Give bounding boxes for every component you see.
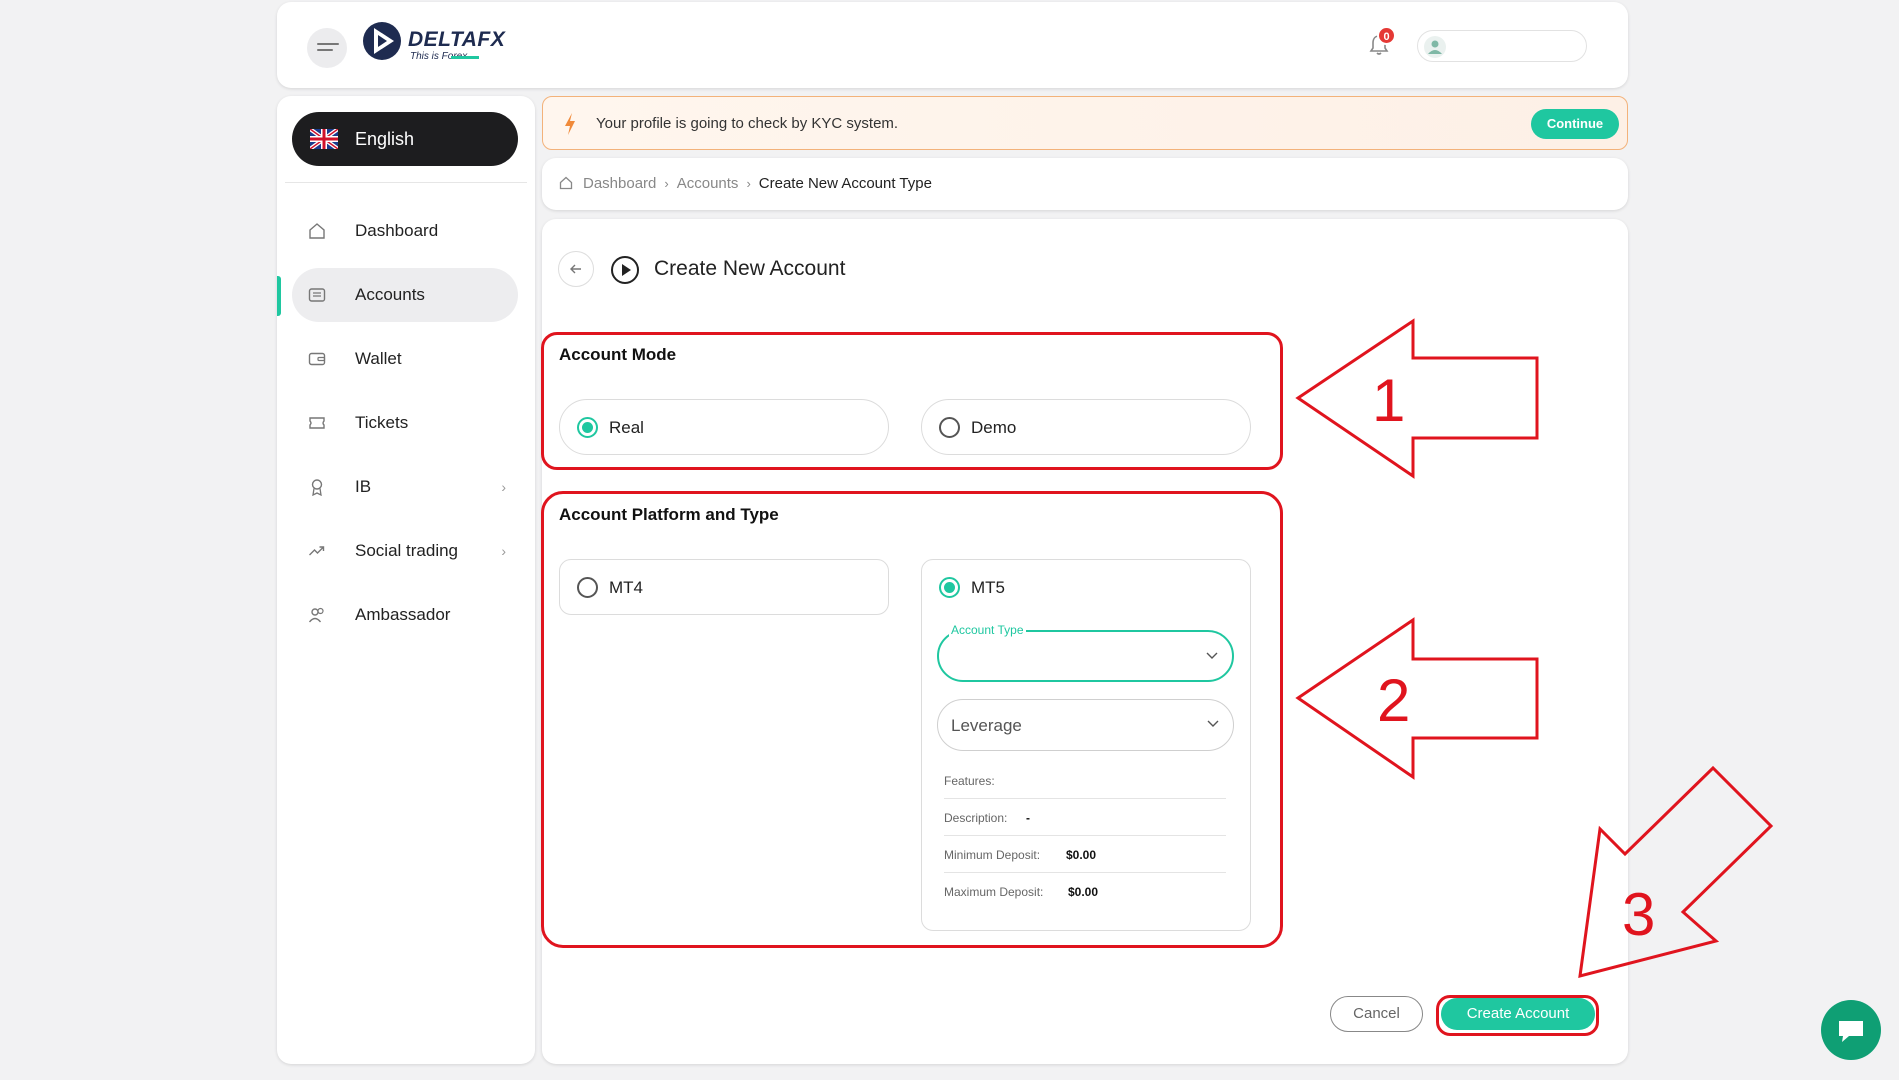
sidebar-item-social-trading[interactable]: Social trading › [292,524,518,578]
annotation-number-1: 1 [1372,367,1406,434]
sidebar-divider [285,182,527,183]
cancel-button[interactable]: Cancel [1330,996,1423,1032]
deltafx-logo-icon [363,22,401,60]
sidebar-item-accounts[interactable]: Accounts [292,268,518,322]
chat-button[interactable] [1821,1000,1881,1060]
brand-logo[interactable]: DELTAFX This is Forex [361,20,505,67]
sidebar-item-wallet[interactable]: Wallet [292,332,518,386]
language-selector[interactable]: English [292,112,518,166]
wallet-icon [308,352,326,366]
kyc-banner: Your profile is going to check by KYC sy… [542,96,1628,150]
sidebar-item-label: Dashboard [355,221,439,240]
breadcrumb-current: Create New Account Type [758,175,932,192]
accounts-icon [308,288,326,302]
home-icon [309,223,325,239]
user-icon [1428,40,1442,54]
breadcrumb-dashboard-link[interactable]: Dashboard [583,175,656,192]
annotation-box-platform [541,491,1283,948]
language-label: English [355,129,415,149]
annotation-number-3: 3 [1622,881,1656,948]
play-circle-icon [611,256,639,284]
chat-bubble-icon [1839,1021,1863,1042]
sidebar-item-label: Social trading [355,541,459,560]
home-icon[interactable] [559,176,573,190]
award-icon [311,479,323,496]
annotation-number-2: 2 [1377,667,1411,734]
breadcrumb-separator: › [746,176,751,191]
sidebar-item-label: IB [355,477,372,496]
breadcrumb: Dashboard › Accounts › Create New Account Ty… [542,158,1628,210]
page-title: Create New Account [654,257,846,280]
kyc-continue-button[interactable]: Continue [1531,109,1619,139]
chevron-right-icon: › [501,543,506,559]
sidebar-item-label: Ambassador [355,605,451,624]
sidebar-item-label: Wallet [355,349,402,368]
sidebar-item-label: Tickets [355,413,409,432]
brand-underline [451,56,479,59]
sidebar-item-tickets[interactable]: Tickets [292,396,518,450]
sidebar-item-ambassador[interactable]: Ambassador [292,588,518,642]
user-menu[interactable] [1417,30,1587,62]
breadcrumb-separator: › [664,176,669,191]
arrow-left-icon [570,264,581,274]
kyc-message: Your profile is going to check by KYC sy… [596,115,899,132]
users-icon [308,607,324,623]
lightning-icon [565,113,575,135]
sidebar-item-ib[interactable]: IB › [292,460,518,514]
top-header: DELTAFX This is Forex 0 [277,2,1628,88]
chevron-right-icon: › [501,479,506,495]
notification-badge: 0 [1377,26,1396,45]
menu-toggle-button[interactable] [307,28,347,68]
annotation-box-account-mode [541,332,1283,470]
sidebar-item-label: Accounts [355,285,425,304]
trend-icon [309,546,325,556]
brand-name: DELTAFX [408,28,506,51]
annotation-box-create [1436,995,1599,1036]
sidebar-item-dashboard[interactable]: Dashboard [292,204,518,258]
active-indicator [277,276,281,316]
uk-flag-icon [310,129,338,149]
back-button[interactable] [558,251,594,287]
breadcrumb-accounts-link[interactable]: Accounts [677,175,739,192]
avatar [1424,36,1446,58]
sidebar: English Dashboard Accounts Wallet Ticket… [277,96,535,1064]
ticket-icon [309,417,325,429]
